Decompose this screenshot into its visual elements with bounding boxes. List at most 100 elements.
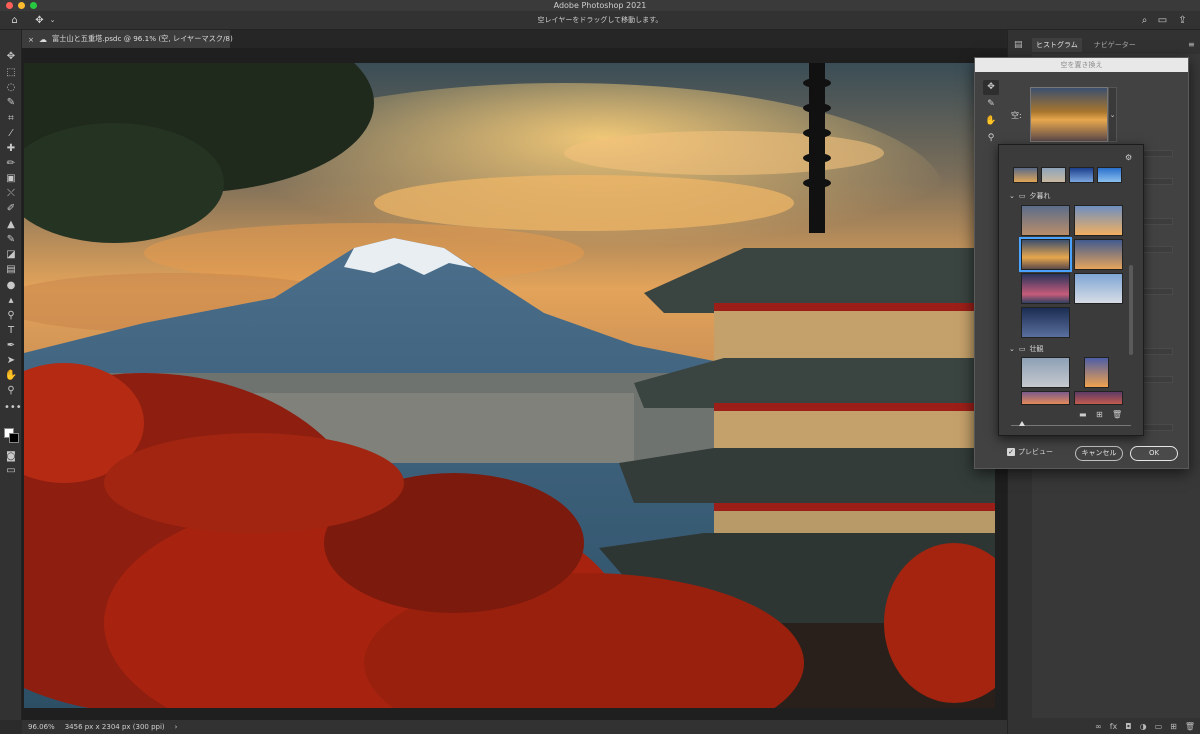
screen-mode-icon[interactable]: ▭ [4, 464, 18, 477]
minimize-window-button[interactable] [18, 2, 25, 9]
preset-group-sunset[interactable]: ⌄ ▭ 夕暮れ [1009, 191, 1051, 201]
panel-tabs: ヒストグラム ナビゲーター [1032, 38, 1140, 52]
new-layer-icon[interactable]: ⊞ [1170, 722, 1177, 731]
sky-preset-thumb[interactable] [1074, 391, 1123, 405]
more-tools-icon[interactable]: ••• [4, 401, 22, 414]
new-sky-icon[interactable]: ⊞ [1096, 410, 1103, 419]
sky-preset-thumb[interactable] [1074, 239, 1123, 270]
zoom-icon[interactable]: ⚲ [983, 131, 999, 146]
ok-button[interactable]: OK [1130, 446, 1178, 461]
panel-collapse-icon[interactable]: ▤ [1014, 40, 1026, 54]
hand-tool-icon[interactable]: ✋ [4, 369, 18, 382]
background-color-swatch[interactable] [9, 433, 19, 443]
zoom-tool-icon[interactable]: ⚲ [4, 384, 18, 397]
zoom-level[interactable]: 96.06% [28, 723, 55, 731]
quick-mask-icon[interactable]: ◙ [4, 450, 18, 463]
sky-preview-thumbnail[interactable] [1030, 87, 1108, 142]
group-icon[interactable]: ▭ [1155, 722, 1163, 731]
sky-preset-thumb-selected[interactable] [1019, 237, 1072, 272]
marquee-tool-icon[interactable]: ⬚ [4, 66, 18, 79]
quick-select-tool-icon[interactable]: ✎ [4, 96, 18, 109]
blur-tool-icon[interactable]: ● [4, 279, 18, 292]
eraser-tool-icon[interactable]: ◪ [4, 248, 18, 261]
history-brush-icon[interactable]: ⤬ [4, 187, 18, 200]
document-image [24, 63, 995, 708]
type-tool-icon[interactable]: T [4, 324, 18, 337]
eyedropper-tool-icon[interactable]: ⁄ [4, 127, 18, 140]
recent-sky-thumb[interactable] [1069, 167, 1094, 183]
adjustment-icon[interactable]: ◑ [1140, 722, 1147, 731]
title-bar: Adobe Photoshop 2021 [0, 0, 1200, 11]
window-controls [6, 2, 37, 9]
hand-icon[interactable]: ✋ [983, 114, 999, 129]
sharpen-tool-icon[interactable]: ▴ [4, 294, 18, 307]
link-layers-icon[interactable]: ∞ [1095, 722, 1102, 731]
recent-sky-thumb[interactable] [1041, 167, 1066, 183]
sky-preset-thumb[interactable] [1074, 273, 1123, 304]
tab-navigator[interactable]: ナビゲーター [1090, 38, 1140, 52]
preset-group-spectacular[interactable]: ⌄ ▭ 壮観 [1009, 344, 1044, 354]
canvas-area[interactable] [22, 48, 1007, 720]
dialog-tools: ✥ ✎ ✋ ⚲ [983, 80, 1003, 148]
search-icon[interactable]: ⌕ [1138, 14, 1151, 27]
dodge-tool-icon[interactable]: ⚲ [4, 309, 18, 322]
brush-icon[interactable]: ✎ [983, 97, 999, 112]
pencil-tool-icon[interactable]: ✐ [4, 202, 18, 215]
sky-preset-thumb[interactable] [1074, 205, 1123, 236]
move-icon[interactable]: ✥ [983, 80, 999, 95]
folder-icon: ▭ [1018, 345, 1026, 353]
stamp-tool-icon[interactable]: ▣ [4, 172, 18, 185]
gear-icon[interactable]: ⚙ [1125, 153, 1132, 162]
sky-dropdown-arrow[interactable]: ⌄ [1108, 87, 1117, 142]
crop-tool-icon[interactable]: ⌗ [4, 112, 18, 125]
fx-icon[interactable]: fx [1110, 722, 1118, 731]
cancel-button[interactable]: キャンセル [1075, 446, 1123, 461]
tools-panel: ✥ ⬚ ◌ ✎ ⌗ ⁄ ✚ ✏ ▣ ⤬ ✐ ▲ ✎ ◪ ▤ ● ▴ ⚲ T ✒ … [0, 30, 22, 720]
cloud-doc-icon: ☁ [39, 34, 48, 44]
trash-icon[interactable]: 🗑 [1112, 410, 1122, 419]
healing-tool-icon[interactable]: ✚ [4, 142, 18, 155]
share-icon[interactable]: ⇪ [1176, 14, 1189, 27]
mask-icon[interactable]: ◘ [1125, 722, 1131, 731]
panel-menu-icon[interactable]: ≡ [1188, 40, 1198, 50]
status-bar: 96.06% 3456 px x 2304 px (300 ppi) › [22, 720, 1007, 734]
lasso-tool-icon[interactable]: ◌ [4, 81, 18, 94]
close-icon[interactable]: × [28, 35, 34, 44]
chevron-down-icon: ⌄ [1009, 192, 1015, 200]
document-tab[interactable]: × ☁ 富士山と五重塔.psdc @ 96.1% (空, レイヤーマスク/8) [22, 30, 233, 48]
delete-layer-icon[interactable]: 🗑 [1185, 722, 1195, 731]
sky-preset-thumb[interactable] [1021, 273, 1070, 304]
recent-sky-thumb[interactable] [1013, 167, 1038, 183]
sky-preset-thumb[interactable] [1021, 357, 1070, 388]
art-brush-icon[interactable]: ✎ [4, 233, 18, 246]
gradient-tool-icon[interactable]: ▤ [4, 263, 18, 276]
dialog-title: 空を置き換え [975, 58, 1188, 72]
folder-icon: ▭ [1018, 192, 1026, 200]
sky-preset-thumb[interactable] [1021, 307, 1070, 338]
sky-preset-thumb[interactable] [1084, 357, 1109, 388]
brush-tool-icon[interactable]: ✏ [4, 157, 18, 170]
folder-icon[interactable]: ▬ [1079, 410, 1087, 419]
workspace-icon[interactable]: ▭ [1156, 14, 1169, 27]
close-window-button[interactable] [6, 2, 13, 9]
status-menu-arrow[interactable]: › [175, 723, 178, 731]
document-dimensions: 3456 px x 2304 px (300 ppi) [64, 723, 165, 731]
clone-tool-icon[interactable]: ▲ [4, 218, 18, 231]
scrollbar[interactable] [1129, 265, 1133, 355]
sky-preset-thumb[interactable] [1021, 391, 1070, 405]
thumbnail-size-slider[interactable] [1011, 425, 1131, 426]
recent-sky-thumb[interactable] [1097, 167, 1122, 183]
pen-tool-icon[interactable]: ✒ [4, 339, 18, 352]
zoom-window-button[interactable] [30, 2, 37, 9]
slider-handle[interactable] [1019, 421, 1025, 426]
app-title: Adobe Photoshop 2021 [553, 1, 647, 10]
sky-label: 空: [1011, 111, 1022, 120]
tab-histogram[interactable]: ヒストグラム [1032, 38, 1082, 52]
group-label: 壮観 [1029, 345, 1044, 353]
preview-checkbox[interactable]: ✓ [1007, 448, 1015, 456]
move-tool-icon[interactable]: ✥ [4, 50, 18, 63]
document-title: 富士山と五重塔.psdc @ 96.1% (空, レイヤーマスク/8) [52, 34, 233, 43]
path-select-tool-icon[interactable]: ➤ [4, 354, 18, 367]
sky-preset-thumb[interactable] [1021, 205, 1070, 236]
document-tab-bar: × ☁ 富士山と五重塔.psdc @ 96.1% (空, レイヤーマスク/8) [22, 30, 1007, 48]
